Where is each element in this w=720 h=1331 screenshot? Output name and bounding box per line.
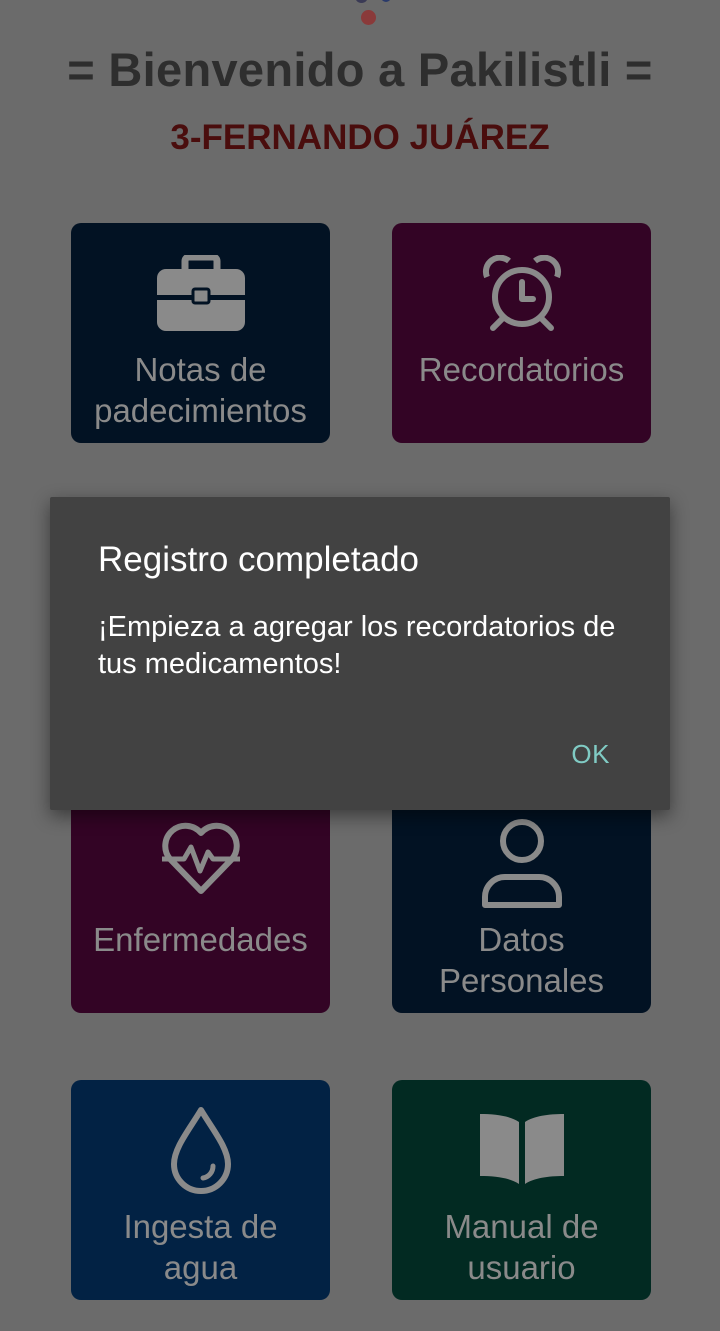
tile-ingesta-agua[interactable]: Ingesta de agua [71, 1080, 330, 1300]
welcome-title: = Bienvenido a Pakilistli = [67, 43, 653, 96]
alarm-clock-icon [392, 255, 651, 331]
tile-label: Recordatorios [418, 351, 625, 388]
briefcase-icon [71, 255, 330, 333]
user-name: 3-FERNANDO JUÁREZ [170, 118, 550, 157]
tile-enfermedades[interactable]: Enfermedades [71, 793, 330, 1013]
tile-recordatorios[interactable]: Recordatorios [392, 223, 651, 443]
tile-label: Notas de padecimientos [94, 351, 307, 429]
tile-label: Datos Personales [438, 921, 605, 999]
dialog-title: Registro completado [98, 540, 419, 579]
tile-label: Enfermedades [93, 921, 308, 958]
registration-dialog: Registro completado ¡Empieza a agregar l… [50, 497, 670, 810]
tile-manual-usuario[interactable]: Manual de usuario [392, 1080, 651, 1300]
tile-label: Manual de usuario [444, 1208, 599, 1286]
ok-button[interactable]: OK [571, 739, 610, 770]
water-drop-icon [71, 1106, 330, 1196]
open-book-icon [392, 1110, 651, 1186]
tile-notas-padecimientos[interactable]: Notas de padecimientos [71, 223, 330, 443]
person-icon [392, 819, 651, 909]
dialog-message: ¡Empieza a agregar los recordatorios de … [98, 611, 616, 680]
heart-pulse-icon [71, 819, 330, 895]
tile-label: Ingesta de agua [123, 1208, 278, 1286]
app-logo [350, 0, 400, 28]
tile-datos-personales[interactable]: Datos Personales [392, 793, 651, 1013]
